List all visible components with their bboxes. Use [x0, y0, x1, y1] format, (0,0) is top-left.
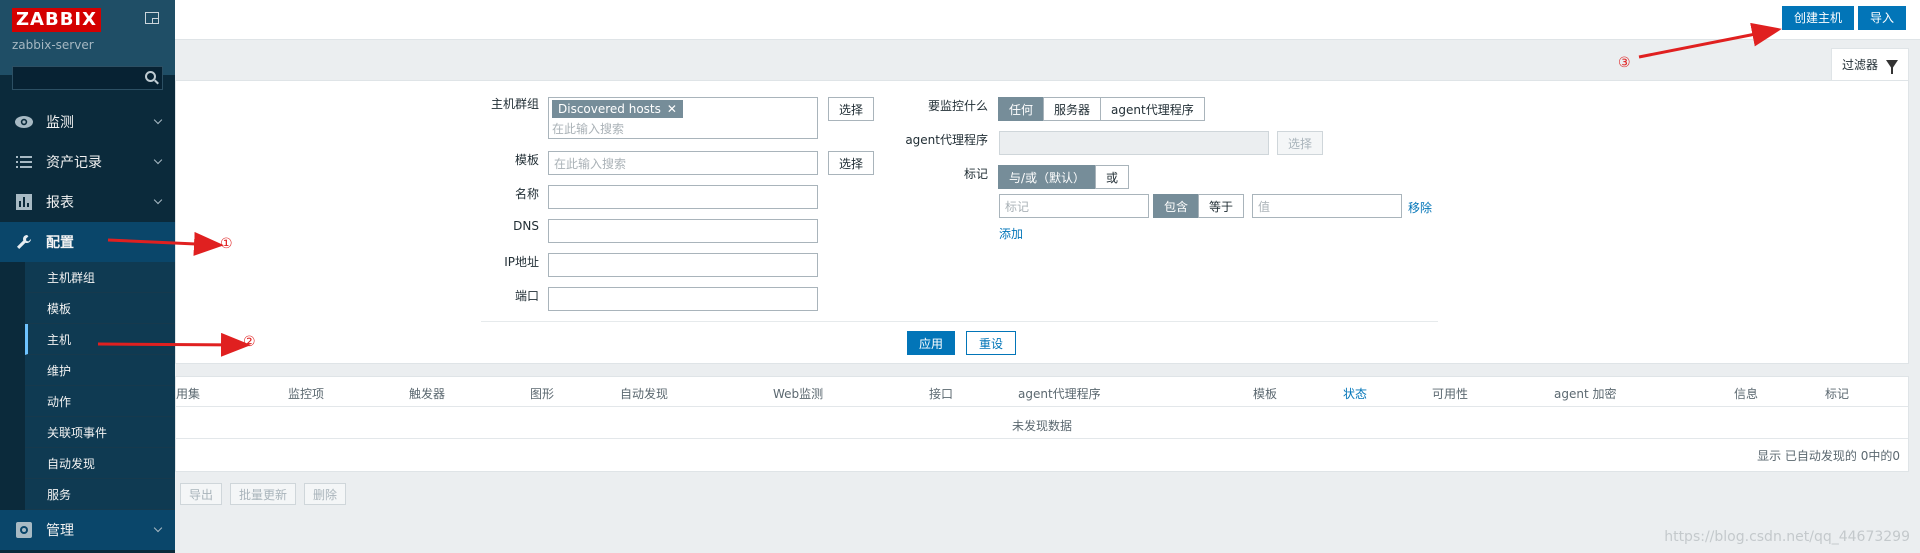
arrow-1 [107, 231, 224, 256]
arrow-2 [97, 332, 251, 357]
watermark: https://blog.csdn.net/qq_44673299 [1664, 529, 1910, 545]
arrow-3 [1638, 22, 1782, 59]
annotation-2: ② [243, 334, 256, 350]
annotation-3: ③ [1618, 55, 1631, 71]
annotation-arrows [97, 22, 1782, 357]
annotation-1: ① [220, 236, 233, 252]
